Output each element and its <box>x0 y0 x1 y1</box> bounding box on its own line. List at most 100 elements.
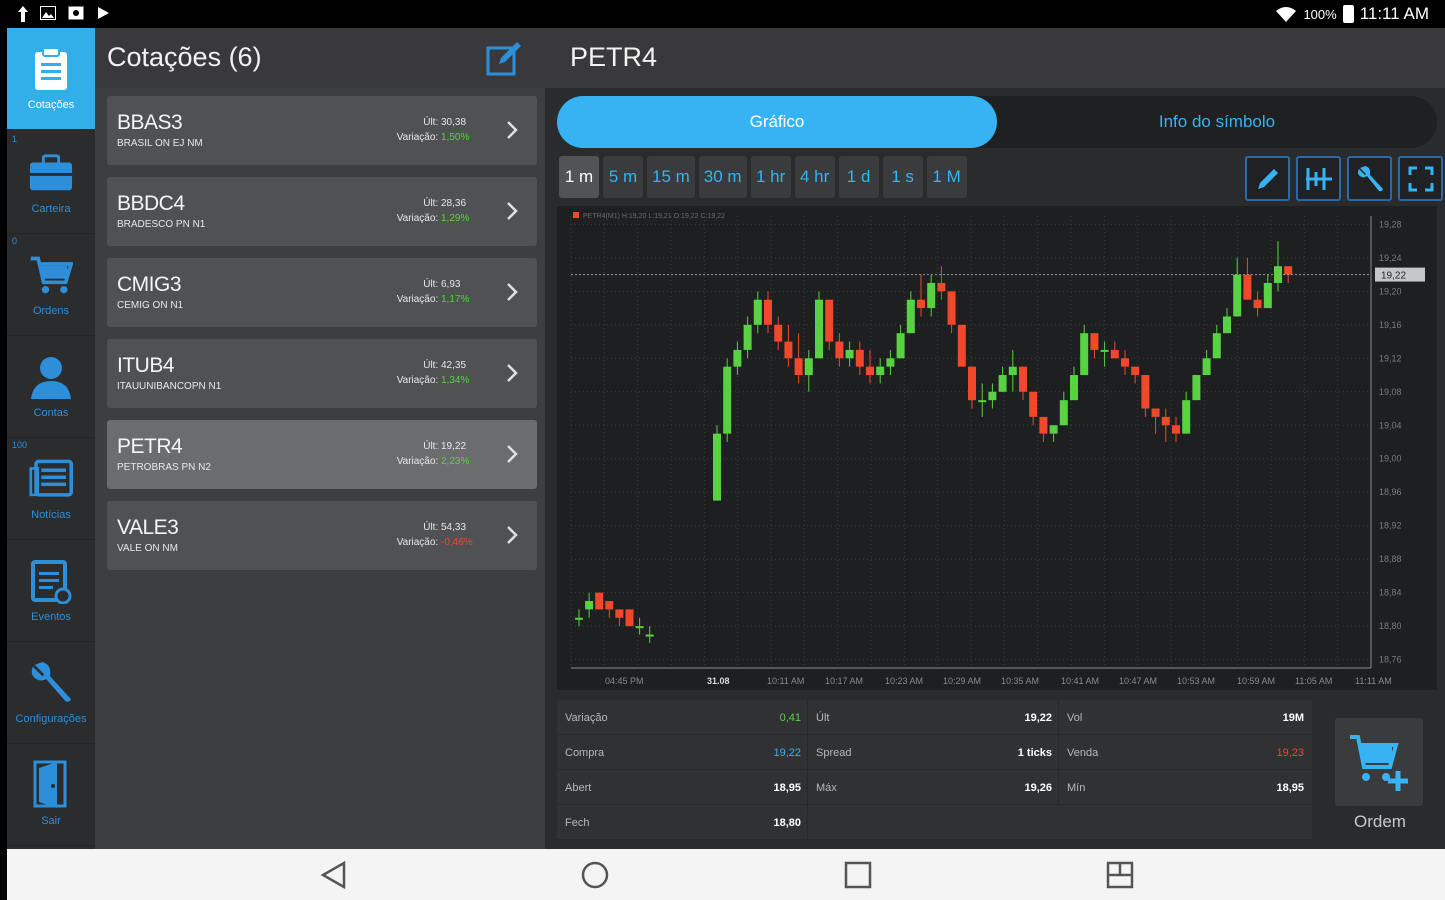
candle-body <box>774 324 783 342</box>
nav-item-cotacoes[interactable]: Cotações <box>7 28 95 130</box>
candle-body <box>1233 274 1242 317</box>
nav-item-noticias[interactable]: 100 Notícias <box>7 438 95 540</box>
quote-card[interactable]: VALE3 VALE ON NM Últ: 54,33 Variação: -0,46… <box>107 501 537 570</box>
stats-cell: Últ 19,22 <box>808 700 1059 735</box>
settings-tool-button[interactable] <box>1347 156 1392 201</box>
price-chart[interactable]: 19,28 19,24 19,20 19,16 19,12 19,08 19,04 19,00… <box>557 206 1437 690</box>
candle-body <box>835 341 844 359</box>
battery-percent: 100% <box>1303 6 1337 22</box>
candle-body <box>605 601 614 610</box>
quote-company: BRASIL ON EJ NM <box>117 138 203 149</box>
indicator-tool-button[interactable] <box>1296 156 1341 201</box>
x-tick-label: 10:41 AM <box>1061 676 1099 686</box>
timeframe-button[interactable]: 1 m <box>559 156 599 198</box>
upload-icon <box>18 6 28 22</box>
order-button[interactable]: Ordem <box>1335 718 1425 848</box>
recents-icon <box>844 861 872 889</box>
quote-card[interactable]: ITUB4 ITAUUNIBANCOPN N1 Últ: 42,35 Variação… <box>107 339 537 408</box>
candle-body <box>917 299 925 309</box>
timeframe-button[interactable]: 1 d <box>838 156 879 198</box>
quote-card[interactable]: BBAS3 BRASIL ON EJ NM Últ: 30,38 Variação: … <box>107 96 537 165</box>
y-tick-label: 18,76 <box>1379 655 1402 665</box>
stat-value: 19,22 <box>773 747 801 759</box>
candle-body <box>1263 282 1272 309</box>
candle-body <box>896 333 905 359</box>
quote-change: 1,34% <box>441 375 470 386</box>
split-screen-button[interactable] <box>1106 861 1134 889</box>
stat-value: 19,22 <box>1024 712 1052 724</box>
home-button[interactable] <box>581 861 609 889</box>
timeframe-button[interactable]: 1 M <box>926 156 967 198</box>
indicator-icon <box>1305 167 1332 190</box>
draw-tool-button[interactable] <box>1245 156 1290 201</box>
nav-item-configuracoes[interactable]: Configurações <box>7 642 95 744</box>
door-icon <box>29 760 73 808</box>
chevron-right-icon <box>507 445 518 463</box>
nav-item-ordens[interactable]: 0 Ordens <box>7 234 95 336</box>
stat-label: Fech <box>565 817 590 829</box>
candle-body <box>845 349 854 359</box>
stat-label: Mín <box>1067 782 1086 794</box>
detail-header: PETR4 <box>545 28 1445 88</box>
candle-body <box>1131 366 1140 376</box>
quote-stats: Últ: 28,36 Variação: 1,29% <box>397 196 475 226</box>
stats-table: Variação 0,41 Últ 19,22 Vol 19M Compra 19,22 Spr… <box>557 700 1312 840</box>
home-icon <box>581 861 609 889</box>
timeframe-button[interactable]: 30 m <box>698 156 747 198</box>
nav-item-eventos[interactable]: Eventos <box>7 540 95 642</box>
stat-label: Spread <box>816 747 852 759</box>
quotes-header: Cotações (6) <box>95 28 545 88</box>
stats-cell: Variação 0,41 <box>557 700 808 735</box>
system-nav-bar <box>7 849 1445 900</box>
calendar-icon <box>29 559 73 604</box>
candle-body <box>585 601 594 610</box>
candle-body <box>937 282 946 292</box>
quote-symbol: ITUB4 <box>117 354 175 377</box>
var-label: Variação: <box>396 375 439 386</box>
chart-tools <box>1245 156 1443 201</box>
nav-label: Ordens <box>32 304 70 317</box>
candle-body <box>733 349 742 367</box>
edit-button[interactable] <box>485 40 523 78</box>
candle-body <box>784 341 793 359</box>
stats-cell: Spread 1 ticks <box>808 735 1059 770</box>
y-tick-label: 18,92 <box>1379 521 1402 531</box>
candle-body <box>743 324 752 350</box>
ult-label: Últ: <box>423 117 439 128</box>
tab-info-simbolo[interactable]: Info do símbolo <box>997 96 1437 148</box>
order-button-box <box>1335 718 1423 806</box>
stat-label: Máx <box>816 782 837 794</box>
quote-symbol: PETR4 <box>117 435 183 458</box>
candle-body <box>1121 358 1129 367</box>
stat-value: 1 ticks <box>1017 747 1052 759</box>
candle-body <box>866 366 874 376</box>
quote-symbol: VALE3 <box>117 516 179 539</box>
candle-body <box>723 366 732 434</box>
quote-last: 30,38 <box>441 117 467 128</box>
quote-card[interactable]: PETR4 PETROBRAS PN N2 Últ: 19,22 Variação: … <box>107 420 537 489</box>
candle-body <box>625 609 634 627</box>
candle-body <box>1223 316 1231 334</box>
y-tick-label: 18,80 <box>1379 621 1402 631</box>
chevron-right-icon <box>507 283 518 301</box>
recents-button[interactable] <box>844 861 872 889</box>
timeframe-button[interactable]: 1 s <box>882 156 923 198</box>
play-icon <box>98 7 109 19</box>
tab-grafico[interactable]: Gráfico <box>557 96 997 148</box>
chart-legend: PETR4(M1) H:19,20 L:19,21 O:19,22 C:19,2… <box>583 213 725 220</box>
quote-last: 6,93 <box>441 279 461 290</box>
quote-card[interactable]: CMIG3 CEMIG ON N1 Últ: 6,93 Variação: 1,17% <box>107 258 537 327</box>
nav-item-contas[interactable]: Contas <box>7 336 95 438</box>
nav-item-carteira[interactable]: 1 Carteira <box>7 132 95 234</box>
candle-body <box>1008 366 1017 376</box>
timeframe-button[interactable]: 5 m <box>603 156 643 198</box>
timeframe-button[interactable]: 4 hr <box>794 156 835 198</box>
quote-card[interactable]: BBDC4 BRADESCO PN N1 Últ: 28,36 Variação: 1… <box>107 177 537 246</box>
candle-body <box>855 349 864 367</box>
status-bar: 100% 11:11 AM <box>0 0 1445 28</box>
fullscreen-tool-button[interactable] <box>1398 156 1443 201</box>
timeframe-button[interactable]: 1 hr <box>750 156 791 198</box>
nav-item-sair[interactable]: Sair <box>7 744 95 846</box>
timeframe-button[interactable]: 15 m <box>647 156 695 198</box>
back-button[interactable] <box>320 860 348 890</box>
